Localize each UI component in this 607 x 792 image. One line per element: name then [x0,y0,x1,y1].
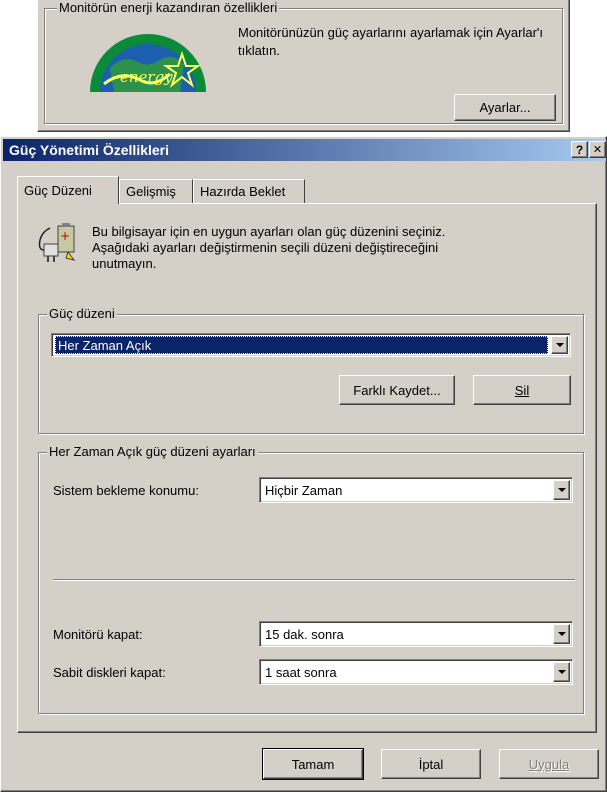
svg-text:+: + [60,229,70,243]
scheme-settings-group: Her Zaman Açık güç düzeni ayarları Siste… [38,444,584,714]
settings-divider [53,579,575,581]
standby-select[interactable]: Hiçbir Zaman [259,477,573,503]
monitor-energy-description: Monitörünüzün güç ayarlarını ayarlamak i… [238,25,543,58]
standby-label: Sistem bekleme konumu: [53,483,199,498]
energy-star-logo: energy [90,24,206,92]
monitor-energy-group-title: Monitörün enerji kazandıran özellikleri [57,0,280,15]
disks-off-value: 1 saat sonra [265,664,337,680]
monitor-energy-panel: Monitörün enerji kazandıran özellikleri … [37,0,570,132]
tab-hibernate[interactable]: Hazırda Beklet [193,179,305,203]
tab-strip: Güç Düzeni Gelişmiş Hazırda Beklet [17,176,577,204]
save-as-button-label: Farklı Kaydet... [353,382,441,398]
settings-button-label: Ayarlar... [479,100,531,115]
intro-line-2: Aşağıdaki ayarları değiştirmenin seçili … [92,240,439,255]
power-scheme-selected-value: Her Zaman Açık [55,336,548,354]
tab-advanced[interactable]: Gelişmiş [119,179,193,203]
power-scheme-select[interactable]: Her Zaman Açık [51,333,571,357]
apply-button[interactable]: Uygula [499,749,599,779]
intro-line-1: Bu bilgisayar için en uygun ayarları ola… [92,224,446,239]
close-icon: ✕ [592,144,603,156]
disks-off-select[interactable]: 1 saat sonra [259,659,573,685]
delete-button[interactable]: Sil [473,375,571,405]
cancel-button[interactable]: İptal [381,749,481,779]
tab-power-scheme[interactable]: Güç Düzeni [17,176,119,204]
tab-power-scheme-label: Güç Düzeni [24,183,92,198]
chevron-down-icon[interactable] [553,662,570,682]
monitor-off-label: Monitörü kapat: [53,627,143,642]
save-as-button[interactable]: Farklı Kaydet... [339,375,455,405]
disks-off-label: Sabit diskleri kapat: [53,665,166,680]
power-management-dialog: Güç Yönetimi Özellikleri ? ✕ Güç Düzeni … [0,136,607,792]
chevron-down-icon[interactable] [553,624,570,644]
monitor-off-value: 15 dak. sonra [265,626,344,642]
ok-button[interactable]: Tamam [262,748,364,780]
tab-page: + Bu bilgisayar için en uygun ayarları o… [17,203,597,733]
apply-button-label: Uygula [528,756,570,772]
close-button[interactable]: ✕ [589,141,606,158]
intro-text: Bu bilgisayar için en uygun ayarları ola… [92,224,582,272]
help-icon: ? [575,142,584,157]
title-bar[interactable]: Güç Yönetimi Özellikleri ? ✕ [3,139,606,161]
window-title: Güç Yönetimi Özellikleri [9,142,170,158]
chevron-down-icon[interactable] [553,480,570,500]
power-scheme-group-title: Güç düzeni [47,306,117,321]
standby-value: Hiçbir Zaman [265,482,343,498]
tab-advanced-label: Gelişmiş [126,184,176,199]
chevron-down-icon[interactable] [551,336,568,354]
help-button[interactable]: ? [571,141,588,158]
svg-text:energy: energy [120,68,173,86]
power-plug-battery-icon: + [38,222,80,266]
settings-button[interactable]: Ayarlar... [454,94,556,121]
cancel-button-label: İptal [418,756,444,772]
delete-button-label: Sil [514,382,530,398]
scheme-settings-group-title: Her Zaman Açık güç düzeni ayarları [47,444,258,459]
power-scheme-group: Güç düzeni Her Zaman Açık Farklı Kaydet.… [38,306,584,434]
monitor-off-select[interactable]: 15 dak. sonra [259,621,573,647]
ok-button-label: Tamam [291,756,335,772]
intro-line-3: unutmayın. [92,256,157,271]
tab-hibernate-label: Hazırda Beklet [200,184,286,199]
